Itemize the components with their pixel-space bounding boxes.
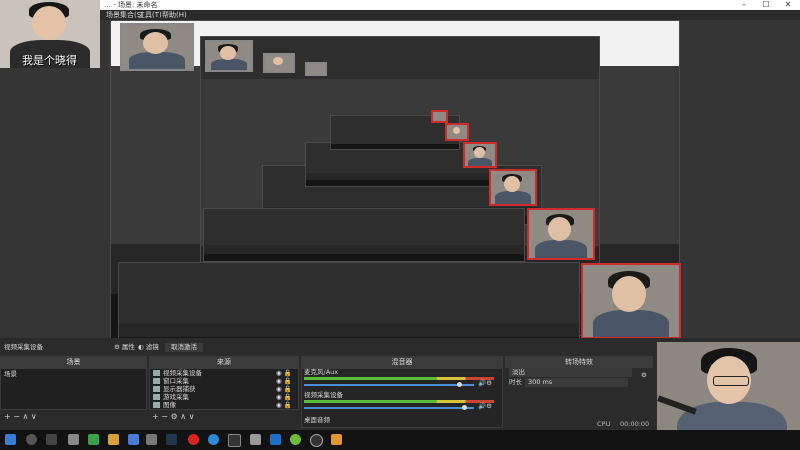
close-button[interactable]: ✕ <box>777 0 799 10</box>
volume-meter <box>304 377 494 380</box>
volume-knob[interactable] <box>457 382 462 387</box>
scenes-dock-title: 场景 <box>0 356 147 368</box>
source-toolbar-label: 视频采集设备 <box>4 343 43 351</box>
task-view-icon[interactable] <box>46 434 57 445</box>
app-icon[interactable] <box>270 434 281 445</box>
volume-knob[interactable] <box>462 405 467 410</box>
window-title: … - 场景: 未命名 <box>104 1 158 9</box>
sources-list: 视频采集设备 窗口采集 显示器捕获 游戏采集 图像 ◉ 🔒 ◉ 🔒 ◉ 🔒 ◉ … <box>149 368 299 410</box>
camera-icon <box>153 370 160 376</box>
volume-meter <box>304 400 494 403</box>
add-source-button[interactable]: + <box>152 412 159 421</box>
transitions-dock-title: 转场特效 <box>505 356 653 368</box>
status-time: 00:00:00 <box>620 420 650 428</box>
sources-controls: + − ⚙ ∧ ∨ <box>152 412 194 422</box>
folder-icon[interactable] <box>108 434 119 445</box>
recursive-frame <box>118 262 580 338</box>
remove-source-button[interactable]: − <box>161 412 168 421</box>
obs-icon[interactable] <box>146 434 157 445</box>
properties-button[interactable]: ⚙ 属性 <box>114 343 135 352</box>
maximize-button[interactable]: ☐ <box>755 0 777 10</box>
webcam-thumbnail <box>205 40 253 72</box>
status-cpu: CPU <box>597 420 611 428</box>
webcam-thumbnail <box>120 23 194 71</box>
menu-bar: 场景集合(S) 工具(T) 帮助(H) <box>100 10 800 20</box>
webcam-thumbnail <box>527 208 595 260</box>
source-toolbar: 视频采集设备 ⚙ 属性 ◐ 滤镜 取消激活 <box>0 342 660 354</box>
webcam-thumbnail <box>431 110 448 123</box>
search-icon[interactable] <box>26 434 37 445</box>
menu-help[interactable]: 帮助(H) <box>162 10 187 20</box>
duration-input[interactable]: 300 ms <box>525 378 628 387</box>
mixer-channel-label: 桌面音频 <box>304 416 330 424</box>
window-icon <box>153 378 160 384</box>
app-icon[interactable] <box>228 434 241 447</box>
remove-scene-button[interactable]: − <box>13 412 20 421</box>
webcam-thumbnail <box>263 53 295 73</box>
webcam-thumbnail <box>463 142 497 168</box>
transition-select[interactable]: 淡出 <box>509 368 632 377</box>
start-windows-icon[interactable] <box>5 434 16 445</box>
steam-icon[interactable] <box>166 434 177 445</box>
mixer-channel-label: 视频采集设备 <box>304 391 343 399</box>
wechat-icon[interactable] <box>88 434 99 445</box>
image-icon <box>153 402 160 408</box>
window-titlebar: … - 场景: 未命名 – ☐ ✕ <box>0 0 800 10</box>
volume-slider[interactable] <box>304 384 474 386</box>
mixer-dock-title: 混音器 <box>301 356 503 368</box>
monitor-icon <box>153 386 160 392</box>
source-item[interactable]: 图像 <box>153 401 176 410</box>
gamepad-icon <box>153 394 160 400</box>
app-icon[interactable] <box>68 434 79 445</box>
move-down-button[interactable]: ∨ <box>189 412 195 421</box>
scenes-controls: + − ∧ ∨ <box>4 412 37 422</box>
webcam-thumbnail <box>305 62 327 76</box>
app-icon[interactable] <box>208 434 219 445</box>
menu-tools[interactable]: 工具(T) <box>138 10 162 20</box>
webcam-thumbnail <box>581 263 681 338</box>
webcam-thumbnail <box>489 169 537 206</box>
source-settings-gear-icon[interactable]: ⚙ <box>171 412 178 421</box>
app-icon[interactable] <box>310 434 323 447</box>
filters-button[interactable]: ◐ 滤镜 <box>138 343 159 352</box>
transition-settings-gear-icon[interactable]: ⚙ <box>641 371 647 380</box>
speaker-icon[interactable]: 🔊⚙ <box>478 379 492 388</box>
transitions-panel: 淡出 时长 300 ms ⚙ <box>505 368 653 388</box>
add-scene-button[interactable]: + <box>4 412 11 421</box>
taskbar <box>0 430 800 450</box>
minimize-button[interactable]: – <box>733 0 755 10</box>
app-icon[interactable] <box>250 434 261 445</box>
visibility-eye-icon[interactable]: ◉ 🔒 <box>276 401 292 410</box>
scene-item[interactable]: 场景 <box>4 370 17 379</box>
app-icon[interactable] <box>188 434 199 445</box>
webcam-overlay: 我是个晓得 <box>0 0 100 68</box>
move-up-button[interactable]: ∧ <box>180 412 186 421</box>
scenes-list: 场景 <box>0 368 147 410</box>
preview-canvas[interactable] <box>0 20 800 338</box>
move-up-button[interactable]: ∧ <box>23 412 29 421</box>
sources-dock-title: 来源 <box>149 356 299 368</box>
webcam-thumbnail <box>445 123 469 141</box>
move-down-button[interactable]: ∨ <box>31 412 37 421</box>
app-icon[interactable] <box>128 434 139 445</box>
volume-slider[interactable] <box>304 407 474 409</box>
audio-mixer: 麦克风/Aux 🔊⚙ 视频采集设备 🔊⚙ 桌面音频 <box>301 368 503 428</box>
speaker-icon[interactable]: 🔊⚙ <box>478 402 492 411</box>
deactivate-button[interactable]: 取消激活 <box>165 343 203 352</box>
mixer-channel-label: 麦克风/Aux <box>304 368 339 376</box>
app-icon[interactable] <box>331 434 342 445</box>
webcam-caption: 我是个晓得 <box>22 54 77 67</box>
app-icon[interactable] <box>290 434 301 445</box>
recursive-frame <box>203 208 525 262</box>
duration-label: 时长 <box>509 378 522 386</box>
